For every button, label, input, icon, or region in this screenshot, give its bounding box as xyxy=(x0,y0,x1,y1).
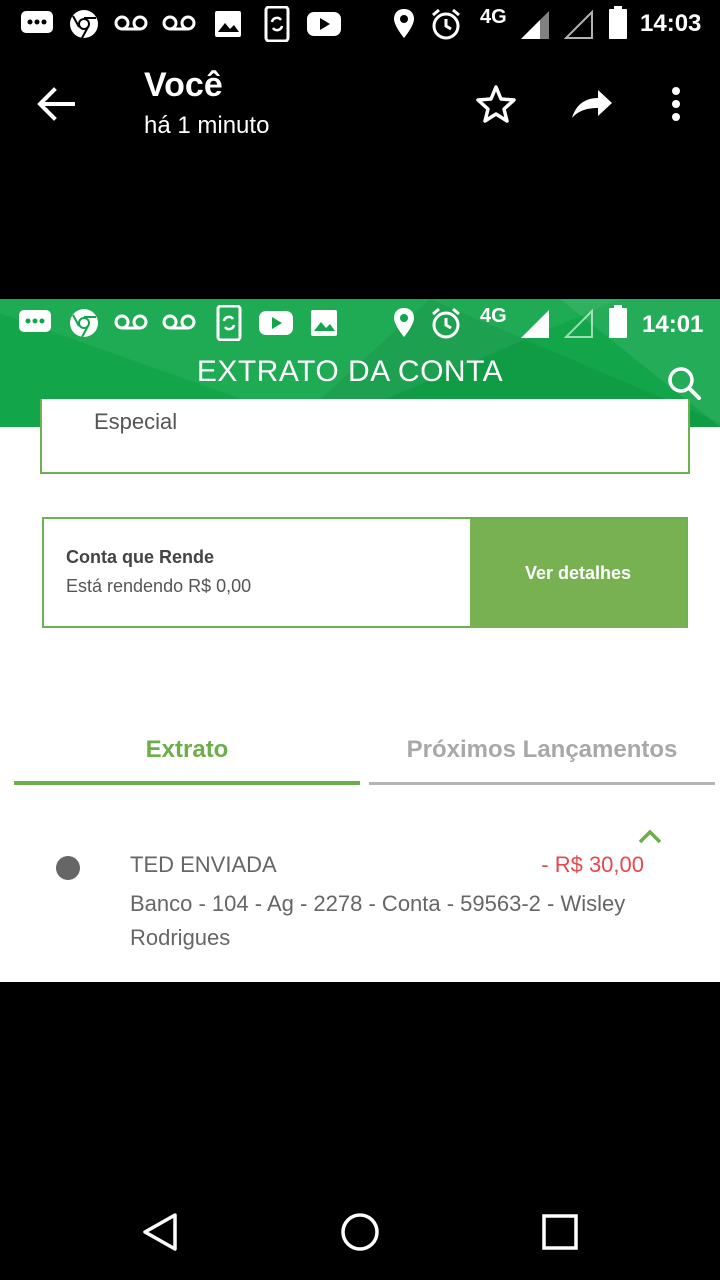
conta-que-rende-subtitle: Está rendendo R$ 0,00 xyxy=(66,576,252,596)
alarm-icon xyxy=(430,307,462,339)
location-icon xyxy=(392,8,416,40)
signal-icon xyxy=(520,10,550,40)
transaction-title: TED ENVIADA xyxy=(130,852,277,877)
share-arrow-icon xyxy=(572,90,612,118)
share-button[interactable] xyxy=(566,78,618,130)
navigation-bar xyxy=(0,1184,720,1280)
network-type-label: 4G xyxy=(480,305,507,327)
voicemail-icon xyxy=(162,12,196,34)
tab-indicator-inactive xyxy=(369,782,715,785)
tab-indicator-active xyxy=(14,781,360,785)
phone-sync-icon xyxy=(216,305,242,341)
ver-detalhes-button[interactable]: Ver detalhes xyxy=(470,519,686,628)
signal-empty-icon xyxy=(564,10,594,40)
arrow-back-icon xyxy=(37,87,75,121)
viewer-toolbar: Você há 1 minuto xyxy=(0,48,720,158)
favorite-button[interactable] xyxy=(470,78,522,130)
more-vert-icon xyxy=(672,87,680,121)
alarm-icon xyxy=(430,8,462,40)
image-icon xyxy=(214,10,242,38)
account-card-partial: Especial xyxy=(40,399,690,474)
nav-back-icon xyxy=(143,1213,177,1251)
transaction-amount: - R$ 30,00 xyxy=(541,852,644,877)
nav-recents-button[interactable] xyxy=(536,1208,584,1256)
voicemail-icon xyxy=(114,12,148,34)
nav-recents-icon xyxy=(542,1214,578,1250)
youtube-icon xyxy=(258,309,294,337)
nav-home-button[interactable] xyxy=(336,1208,384,1256)
tab-extrato[interactable]: Extrato xyxy=(14,736,360,764)
tab-proximos-lancamentos[interactable]: Próximos Lançamentos xyxy=(369,736,715,764)
search-icon xyxy=(668,367,701,400)
star-icon xyxy=(476,85,516,123)
network-type-label: 4G xyxy=(480,6,507,28)
youtube-icon xyxy=(306,10,342,38)
conta-que-rende-card: Conta que Rende Está rendendo R$ 0,00 Ve… xyxy=(42,517,688,628)
battery-icon xyxy=(608,6,628,40)
conta-que-rende-title: Conta que Rende xyxy=(66,547,215,567)
voicemail-icon xyxy=(162,311,196,333)
status-bar: 4G 14:03 xyxy=(0,0,720,48)
inner-status-bar: 4G 14:01 xyxy=(0,299,720,347)
battery-icon xyxy=(608,305,628,339)
location-icon xyxy=(392,307,416,339)
voicemail-icon xyxy=(114,311,148,333)
viewer-subtitle: há 1 minuto xyxy=(144,112,270,139)
image-icon xyxy=(310,309,338,337)
chrome-icon xyxy=(68,8,100,40)
message-icon xyxy=(18,309,52,335)
phone-sync-icon xyxy=(264,6,290,42)
viewer-title: Você xyxy=(144,66,223,104)
transaction-description: Banco - 104 - Ag - 2278 - Conta - 59563-… xyxy=(130,891,626,950)
screenshot-image: 4G 14:01 EXTRATO DA CONTA Especial Conta… xyxy=(0,299,720,982)
status-time: 14:03 xyxy=(640,10,702,37)
status-time: 14:01 xyxy=(642,311,704,338)
message-icon xyxy=(20,10,54,36)
more-options-button[interactable] xyxy=(654,78,698,130)
nav-back-button[interactable] xyxy=(136,1208,184,1256)
signal-icon xyxy=(520,309,550,339)
account-card-label: Especial xyxy=(94,409,178,434)
transaction-status-dot xyxy=(56,856,80,880)
nav-home-icon xyxy=(341,1213,379,1251)
page-title: EXTRATO DA CONTA xyxy=(196,355,504,388)
back-button[interactable] xyxy=(30,78,82,130)
chevron-up-icon[interactable] xyxy=(636,825,664,847)
signal-empty-icon xyxy=(564,309,594,339)
chrome-icon xyxy=(68,307,100,339)
